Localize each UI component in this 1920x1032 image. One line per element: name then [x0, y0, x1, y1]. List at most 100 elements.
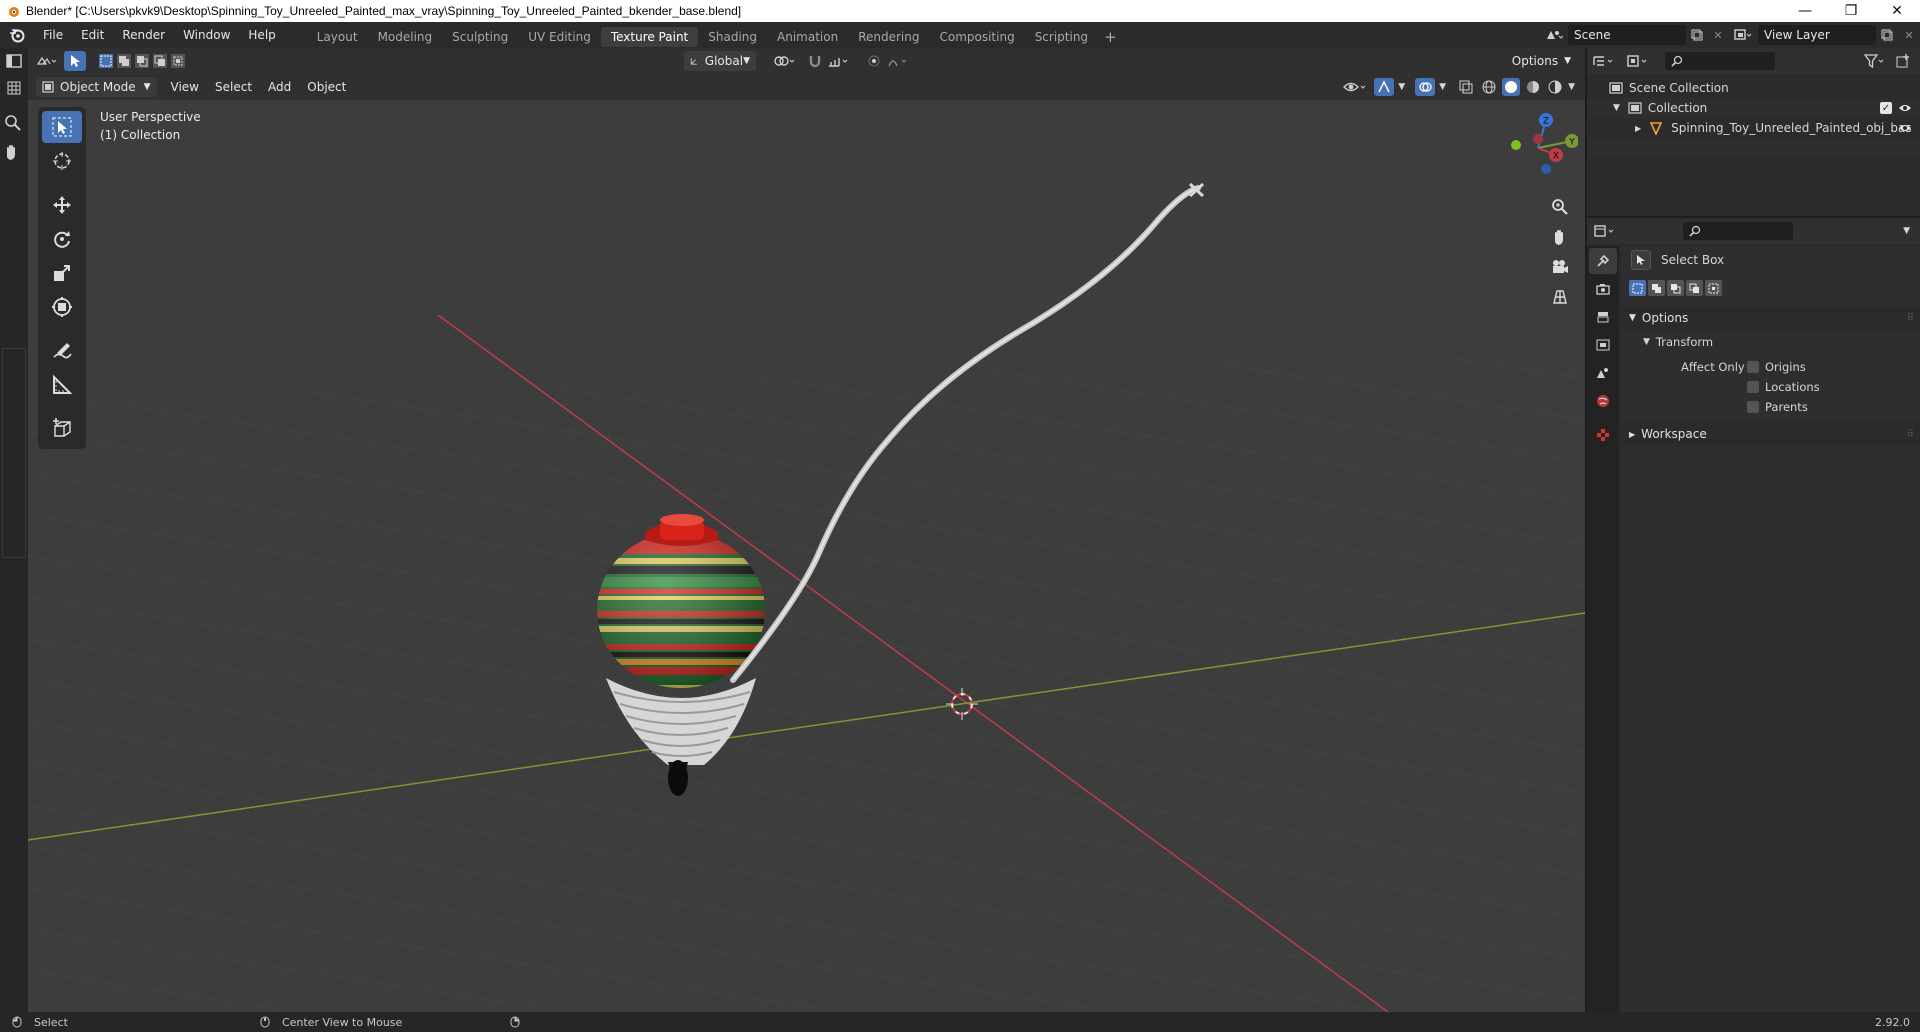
scene-tab-icon[interactable] — [1589, 360, 1617, 386]
workspace-panel-header[interactable]: ▶ Workspace ⠿ — [1621, 422, 1920, 446]
tab-rendering[interactable]: Rendering — [848, 27, 929, 47]
properties-editor-type-icon[interactable] — [1587, 224, 1623, 238]
tool-tab-icon[interactable] — [1589, 248, 1617, 274]
tab-scripting[interactable]: Scripting — [1025, 27, 1098, 47]
falloff-curve-icon[interactable] — [884, 54, 914, 68]
drag-handle-icon[interactable]: ⠿ — [1907, 429, 1914, 440]
camera-view-icon[interactable] — [1547, 254, 1573, 280]
navigation-gizmo[interactable]: Z Y X — [1498, 108, 1579, 188]
texture-tab-icon[interactable] — [1589, 422, 1617, 448]
tab-animation[interactable]: Animation — [767, 27, 848, 47]
tab-compositing[interactable]: Compositing — [929, 27, 1024, 47]
transform-orientation-dropdown[interactable]: Global ▼ — [684, 51, 756, 71]
origins-checkbox[interactable] — [1747, 361, 1759, 373]
solid-shading-icon[interactable] — [1502, 78, 1521, 96]
scene-name-field[interactable]: Scene — [1568, 25, 1686, 45]
parents-checkbox-row[interactable]: Parents — [1747, 400, 1808, 414]
mode-subtract-icon[interactable] — [1667, 280, 1684, 296]
view-layer-tab-icon[interactable] — [1589, 332, 1617, 358]
menu-object[interactable]: Object — [299, 80, 354, 94]
menu-render[interactable]: Render — [113, 22, 174, 48]
annotate-tool[interactable] — [42, 335, 82, 367]
proportional-editing-icon[interactable] — [864, 54, 884, 68]
delete-scene-icon[interactable]: ✕ — [1708, 29, 1728, 42]
new-scene-icon[interactable] — [1686, 29, 1708, 41]
eye-icon[interactable] — [1898, 123, 1912, 133]
mode-dropdown[interactable]: Object Mode ▼ — [36, 77, 157, 97]
editor-type-icon[interactable] — [6, 54, 22, 68]
menu-file[interactable]: File — [34, 22, 72, 48]
overlays-chevron-icon[interactable]: ▼ — [1439, 82, 1446, 92]
select-box-tool[interactable] — [42, 111, 82, 143]
wireframe-shading-icon[interactable] — [1480, 80, 1498, 94]
select-box-tool-icon[interactable] — [1631, 250, 1651, 270]
tab-uv-editing[interactable]: UV Editing — [518, 27, 601, 47]
outliner-row-object[interactable]: ▶ Spinning_Toy_Unreeled_Painted_obj_bas — [1587, 118, 1920, 138]
snap-magnet-icon[interactable] — [806, 54, 824, 68]
select-extend-icon[interactable] — [116, 53, 132, 69]
transform-tool[interactable] — [42, 291, 82, 323]
viewport-scene[interactable] — [28, 100, 1585, 1012]
filter-icon[interactable] — [1862, 54, 1888, 68]
new-collection-icon[interactable] — [1892, 54, 1914, 68]
visibility-eye-icon[interactable] — [1340, 80, 1370, 94]
pivot-point-icon[interactable] — [770, 54, 800, 68]
add-workspace-button[interactable]: + — [1098, 27, 1123, 47]
render-tab-icon[interactable] — [1589, 276, 1617, 302]
gizmo-chevron-icon[interactable]: ▼ — [1398, 82, 1405, 92]
options-panel-header[interactable]: ▼ Options ⠿ — [1621, 306, 1920, 330]
options-dropdown[interactable]: Options ▼ — [1505, 51, 1577, 71]
origins-checkbox-row[interactable]: Origins — [1747, 360, 1806, 374]
rotate-tool[interactable] — [42, 223, 82, 255]
zoom-strip-icon[interactable] — [4, 114, 22, 132]
transform-subpanel-header[interactable]: ▼ Transform — [1621, 330, 1920, 354]
tab-layout[interactable]: Layout — [307, 27, 368, 47]
outliner-search-field[interactable] — [1665, 52, 1775, 70]
close-button[interactable]: ✕ — [1874, 0, 1920, 22]
properties-options-chevron-icon[interactable]: ▼ — [1903, 226, 1910, 236]
tab-sculpting[interactable]: Sculpting — [442, 27, 518, 47]
rendered-shading-icon[interactable] — [1546, 80, 1564, 94]
maximize-button[interactable]: ❐ — [1828, 0, 1874, 22]
3d-viewport[interactable]: User Perspective (1) Collection Z Y X — [28, 100, 1585, 1012]
tab-texture-paint[interactable]: Texture Paint — [600, 26, 699, 47]
material-shading-icon[interactable] — [1524, 80, 1542, 94]
tab-shading[interactable]: Shading — [698, 27, 767, 47]
tab-modeling[interactable]: Modeling — [368, 27, 443, 47]
move-tool[interactable] — [42, 189, 82, 221]
select-intersect-icon[interactable] — [170, 53, 186, 69]
expand-arrow-icon[interactable]: ▼ — [1613, 103, 1620, 113]
mode-difference-icon[interactable] — [1686, 280, 1703, 296]
world-tab-icon[interactable] — [1589, 388, 1617, 414]
minimize-button[interactable]: — — [1782, 0, 1828, 22]
editor-type-3d-icon[interactable] — [28, 54, 64, 68]
scale-tool[interactable] — [42, 257, 82, 289]
new-view-layer-icon[interactable] — [1876, 29, 1898, 41]
hand-strip-icon[interactable] — [3, 143, 21, 161]
menu-window[interactable]: Window — [174, 22, 239, 48]
expand-arrow-right-icon[interactable]: ▶ — [1635, 124, 1641, 133]
mode-extend-icon[interactable] — [1648, 280, 1665, 296]
eye-icon[interactable] — [1898, 103, 1912, 113]
shading-chevron-icon[interactable]: ▼ — [1568, 82, 1575, 92]
drag-handle-icon[interactable]: ⠿ — [1907, 313, 1914, 324]
properties-search-field[interactable] — [1683, 222, 1793, 240]
outliner-row-scene-collection[interactable]: Scene Collection — [1587, 78, 1920, 98]
exclude-checkbox[interactable]: ✓ — [1880, 102, 1892, 114]
view-layer-field[interactable]: View Layer — [1758, 25, 1876, 45]
outliner-editor-type-icon[interactable] — [1587, 54, 1621, 68]
display-mode-icon[interactable] — [1621, 54, 1655, 68]
ortho-toggle-icon[interactable] — [1547, 284, 1573, 310]
outliner-row-collection[interactable]: ▼ Collection ✓ — [1587, 98, 1920, 118]
zoom-view-icon[interactable] — [1547, 194, 1573, 220]
select-invert-icon[interactable] — [152, 53, 168, 69]
snap-target-icon[interactable] — [824, 54, 854, 68]
overlays-toggle-icon[interactable] — [1415, 78, 1436, 96]
menu-add[interactable]: Add — [260, 80, 299, 94]
menu-view[interactable]: View — [163, 80, 207, 94]
xray-toggle-icon[interactable] — [1456, 80, 1476, 94]
view-layer-icon[interactable] — [1728, 28, 1758, 42]
locations-checkbox[interactable] — [1747, 381, 1759, 393]
gizmo-toggle-icon[interactable] — [1374, 78, 1395, 96]
select-tool-icon[interactable] — [64, 51, 86, 71]
